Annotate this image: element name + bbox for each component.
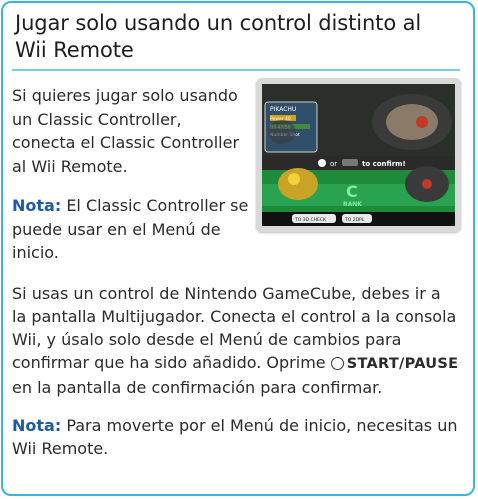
svg-text:RANK: RANK xyxy=(343,201,362,208)
pokemon-name: PIKACHU xyxy=(270,106,296,113)
note-label: Nota: xyxy=(12,416,62,435)
svg-text:to confirm!: to confirm! xyxy=(362,160,406,168)
note-label: Nota: xyxy=(12,196,62,215)
circle-button-icon xyxy=(330,357,344,370)
intro-paragraph: Si quieres jugar solo usando un Classic … xyxy=(12,86,240,176)
start-pause-label: START/PAUSE xyxy=(346,356,459,372)
gamecube-paragraph: Si usas un control de Nintendo GameCube,… xyxy=(12,284,459,397)
wii-remote-note: Nota: Para moverte por el Menú de inicio… xyxy=(12,416,458,458)
game-screenshot-image: PIKACHU Power 40 HP 47/50 Number Shot or… xyxy=(262,84,455,226)
title-divider xyxy=(12,69,460,71)
svg-text:TO 3D CHECK: TO 3D CHECK xyxy=(294,217,327,223)
game-screenshot: PIKACHU Power 40 HP 47/50 Number Shot or… xyxy=(256,78,461,232)
rank-letter: C xyxy=(346,182,358,201)
page-title: Jugar solo usando un control distinto al… xyxy=(15,11,422,62)
classic-controller-note: Nota: El Classic Controller se puede usa… xyxy=(12,196,249,262)
svg-text:TO 2DPL: TO 2DPL xyxy=(344,217,365,223)
svg-text:or: or xyxy=(330,160,337,168)
